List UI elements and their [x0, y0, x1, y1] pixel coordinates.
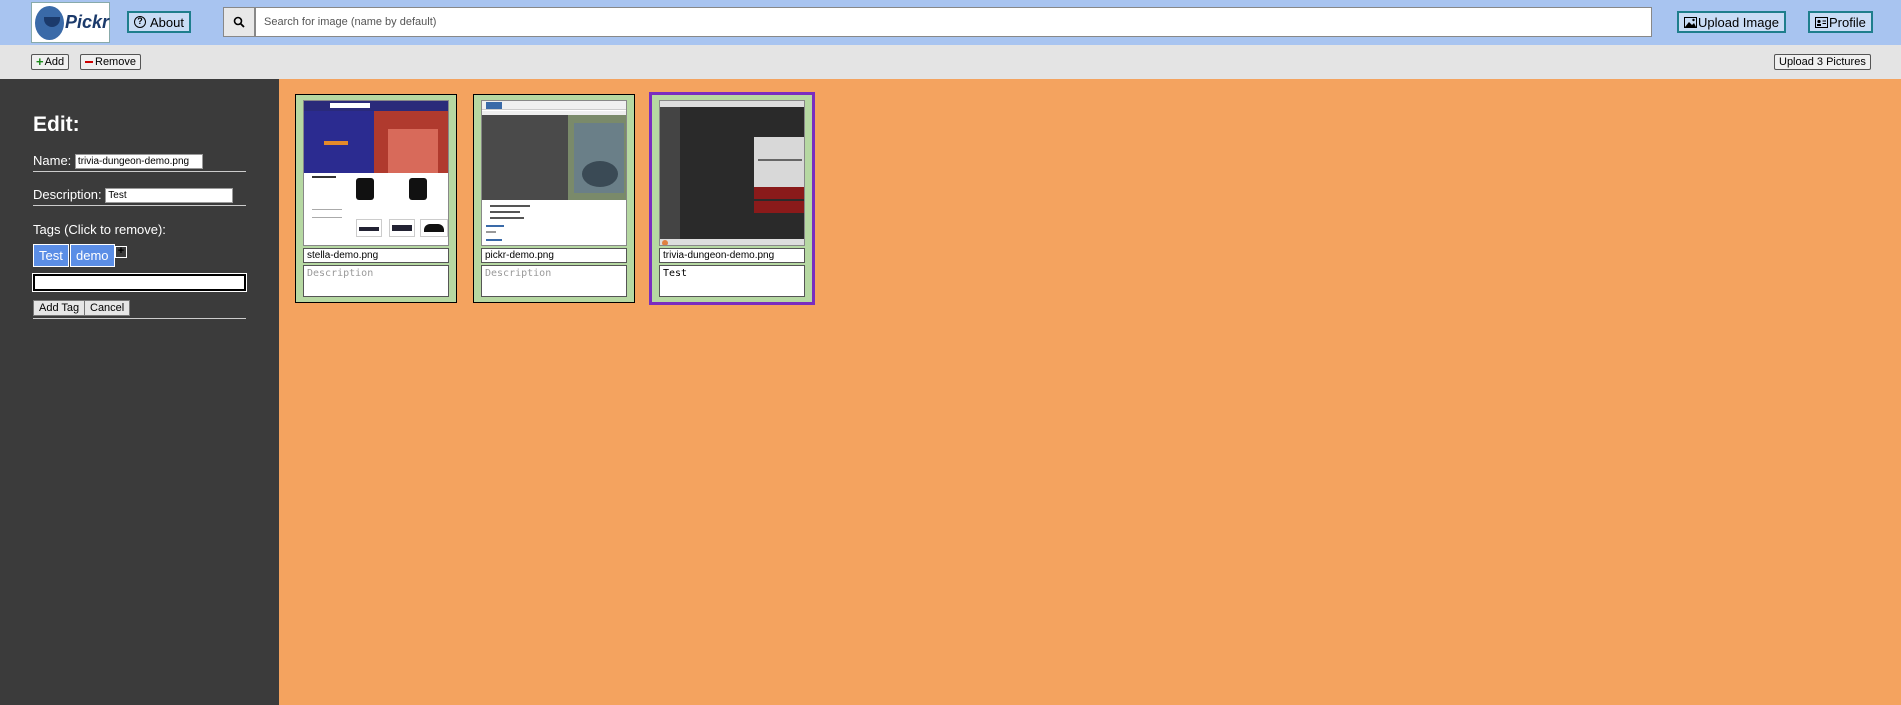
description-label: Description: — [33, 187, 102, 202]
edit-sidebar: Edit: Name: trivia-dungeon-demo.png Desc… — [0, 79, 279, 705]
add-tag-button[interactable]: Add Tag — [33, 300, 86, 316]
description-field[interactable]: Test — [105, 188, 234, 204]
tag-demo[interactable]: demo — [70, 244, 115, 267]
name-row: Name: trivia-dungeon-demo.png — [33, 153, 246, 172]
image-card[interactable]: stella-demo.png Description — [295, 94, 457, 303]
search-input[interactable]: Search for image (name by default) — [255, 7, 1652, 37]
card-description-field[interactable]: Description — [303, 265, 449, 297]
bird-logo-icon — [35, 5, 64, 40]
help-circle-icon: ? — [134, 16, 146, 28]
image-thumbnail[interactable] — [303, 100, 449, 246]
card-description-field[interactable]: Description — [481, 265, 627, 297]
pickr-logo[interactable]: Pickr — [31, 2, 110, 43]
name-label: Name: — [33, 153, 72, 168]
card-name-field[interactable]: trivia-dungeon-demo.png — [659, 248, 805, 263]
description-row: Description: Test — [33, 187, 246, 206]
profile-button[interactable]: Profile — [1808, 11, 1873, 33]
plus-icon: + — [36, 54, 44, 69]
upload-pictures-button[interactable]: Upload 3 Pictures — [1774, 54, 1871, 70]
add-button[interactable]: + Add — [31, 54, 70, 70]
logo-text: Pickr — [64, 12, 109, 32]
divider — [33, 318, 246, 319]
tag-test[interactable]: Test — [33, 244, 69, 267]
search-icon — [233, 16, 245, 28]
upload-image-button[interactable]: Upload Image — [1677, 11, 1786, 33]
image-thumbnail[interactable] — [659, 100, 805, 246]
image-card-selected[interactable]: trivia-dungeon-demo.png Test — [649, 92, 815, 305]
card-name-field[interactable]: pickr-demo.png — [481, 248, 627, 263]
minus-icon — [85, 61, 93, 63]
image-thumbnail[interactable] — [481, 100, 627, 246]
tag-input[interactable] — [32, 273, 247, 292]
toolbar: + Add Remove Upload 3 Pictures — [0, 45, 1901, 79]
image-icon — [1684, 16, 1697, 28]
cancel-button[interactable]: Cancel — [84, 300, 131, 316]
card-description-field[interactable]: Test — [659, 265, 805, 297]
name-field[interactable]: trivia-dungeon-demo.png — [74, 154, 203, 170]
image-card[interactable]: pickr-demo.png Description — [473, 94, 635, 303]
search-button[interactable] — [223, 7, 255, 37]
id-card-icon — [1815, 16, 1828, 28]
card-name-field[interactable]: stella-demo.png — [303, 248, 449, 263]
edit-title: Edit: — [33, 113, 80, 136]
tags-label: Tags (Click to remove): — [33, 222, 166, 237]
add-tag-plus-icon[interactable]: + — [115, 246, 127, 258]
top-bar: Pickr ? About Search for image (name by … — [0, 0, 1901, 45]
about-button[interactable]: ? About — [127, 11, 191, 33]
remove-button[interactable]: Remove — [80, 54, 141, 70]
